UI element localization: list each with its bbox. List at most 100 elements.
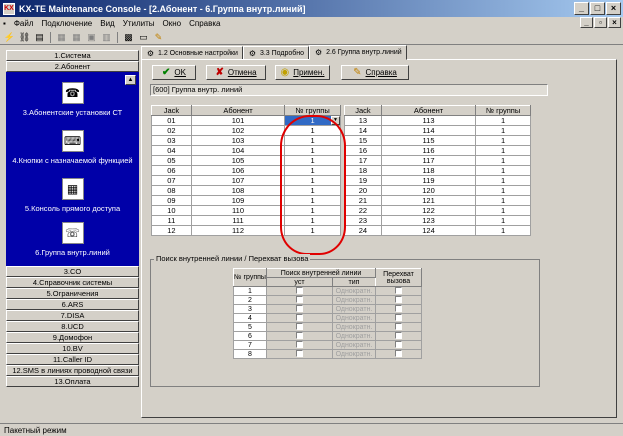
sidebar-item-billing[interactable]: 13.Оплата (6, 376, 139, 387)
menu-view[interactable]: Вид (100, 19, 114, 28)
dss-console-icon[interactable]: ▦ (61, 178, 84, 200)
group-cell[interactable]: 1 (284, 205, 341, 216)
search-type-cell[interactable]: Однократн. (332, 313, 376, 323)
group-cell[interactable]: 1 (475, 165, 531, 176)
sidebar-sub-item-group[interactable]: 6.Группа внутр.линий (6, 248, 139, 257)
scroll-up-icon[interactable]: ▲ (125, 75, 136, 85)
help-button[interactable]: ✎ Справка (341, 65, 409, 80)
cancel-button[interactable]: ✘ Отмена (206, 65, 266, 80)
search-set-checkbox[interactable] (296, 296, 303, 304)
search-set-checkbox[interactable] (296, 341, 303, 349)
group-cell[interactable]: 1 (475, 195, 531, 206)
open-icon[interactable]: ▤ (33, 31, 46, 43)
group-cell[interactable]: 1 (475, 115, 531, 126)
ok-button[interactable]: ✔ OK (152, 65, 196, 80)
menu-window[interactable]: Окно (163, 19, 182, 28)
pickup-checkbox[interactable] (395, 350, 402, 358)
search-type-cell[interactable]: Однократн. (332, 286, 376, 296)
sidebar-item-system[interactable]: 1.Система (6, 50, 139, 61)
monitor-icon[interactable]: ▭ (137, 31, 150, 43)
group-cell[interactable]: 1 (284, 125, 341, 136)
group-cell[interactable]: 1 (284, 185, 341, 196)
sidebar-item-ucd[interactable]: 8.UCD (6, 321, 139, 332)
maximize-button[interactable]: □ (590, 2, 605, 15)
minimize-button[interactable]: _ (574, 2, 589, 15)
sidebar-item-extension[interactable]: 2.Абонент (6, 61, 139, 72)
mdi-minimize-button[interactable]: _ (580, 17, 593, 28)
dropdown-arrow-icon[interactable]: ▼ (331, 116, 340, 125)
pickup-checkbox[interactable] (395, 296, 402, 304)
download-icon[interactable]: ▦ (55, 31, 68, 43)
sidebar-sub-item-dss[interactable]: 5.Консоль прямого доступа (6, 204, 139, 213)
group-cell[interactable]: 1 (284, 215, 341, 226)
tab-basic-settings[interactable]: ⚙ 1.2 Основные настройки (141, 46, 243, 60)
search-type-cell[interactable]: Однократн. (332, 322, 376, 332)
tab-extension-group[interactable]: ⚙ 2.6 Группа внутр.линий (309, 45, 407, 60)
wizard-icon[interactable]: ✎ (152, 31, 165, 43)
sidebar-item-bv[interactable]: 10.BV (6, 343, 139, 354)
search-type-cell[interactable]: Однократн. (332, 349, 376, 359)
sidebar-item-sms[interactable]: 12.SMS в линиях проводной связи (6, 365, 139, 376)
menu-utilities[interactable]: Утилиты (123, 19, 155, 28)
connect-icon[interactable]: ⚡ (3, 31, 16, 43)
pickup-checkbox[interactable] (395, 323, 402, 331)
group-cell[interactable]: 1 (284, 155, 341, 166)
search-set-checkbox[interactable] (296, 323, 303, 331)
pickup-checkbox[interactable] (395, 341, 402, 349)
group-cell[interactable]: 1 (475, 225, 531, 236)
print-icon[interactable]: ▥ (100, 31, 113, 43)
phone-settings-icon[interactable]: ☎ (61, 82, 84, 104)
sidebar-item-directory[interactable]: 4.Справочник системы (6, 277, 139, 288)
tab-details[interactable]: ⚙ 3.3 Подробно (242, 46, 310, 60)
menu-file[interactable]: Файл (14, 19, 34, 28)
group-cell[interactable]: 1 (475, 135, 531, 146)
search-type-cell[interactable]: Однократн. (332, 340, 376, 350)
group-cell[interactable]: 1 (475, 175, 531, 186)
save-icon[interactable]: ▣ (85, 31, 98, 43)
upload-icon[interactable]: ▦ (70, 31, 83, 43)
search-type-cell[interactable]: Однократн. (332, 295, 376, 305)
mdi-restore-button[interactable]: ▫ (594, 17, 607, 28)
group-cell[interactable]: 1 (284, 135, 341, 146)
group-cell[interactable]: 1 (284, 225, 341, 236)
mdi-close-button[interactable]: × (608, 17, 621, 28)
sidebar-sub-item-keys[interactable]: 4.Кнопки с назначаемой функцией (6, 156, 139, 165)
sidebar-item-disa[interactable]: 7.DISA (6, 310, 139, 321)
sidebar-item-ars[interactable]: 6.ARS (6, 299, 139, 310)
pickup-checkbox[interactable] (395, 332, 402, 340)
group-cell[interactable]: 1 (475, 155, 531, 166)
pickup-checkbox[interactable] (395, 287, 402, 295)
sidebar-sub-item-settings[interactable]: 3.Абонентские установки СТ (6, 108, 139, 117)
extension-group-icon[interactable]: ☏ (61, 222, 84, 244)
disconnect-icon[interactable]: ⛓ (18, 31, 31, 43)
sidebar-item-doorphone[interactable]: 9.Домофон (6, 332, 139, 343)
sidebar-item-restrictions[interactable]: 5.Ограничения (6, 288, 139, 299)
group-cell[interactable]: 1 (475, 215, 531, 226)
group-cell[interactable]: 1 (284, 165, 341, 176)
group-cell[interactable]: 1 (284, 145, 341, 156)
group-cell[interactable]: 1 (284, 195, 341, 206)
search-type-cell[interactable]: Однократн. (332, 331, 376, 341)
search-set-checkbox[interactable] (296, 332, 303, 340)
search-set-checkbox[interactable] (296, 350, 303, 358)
pickup-checkbox[interactable] (395, 314, 402, 322)
search-set-checkbox[interactable] (296, 287, 303, 295)
group-cell[interactable]: 1 (475, 185, 531, 196)
sidebar-item-callerid[interactable]: 11.Caller ID (6, 354, 139, 365)
program-icon[interactable]: ▩ (122, 31, 135, 43)
menu-help[interactable]: Справка (189, 19, 220, 28)
close-button[interactable]: × (606, 2, 621, 15)
sidebar-item-co[interactable]: 3.CO (6, 266, 139, 277)
group-cell[interactable]: 1 (475, 205, 531, 216)
search-type-cell[interactable]: Однократн. (332, 304, 376, 314)
group-cell[interactable]: 1 (475, 145, 531, 156)
menu-connect[interactable]: Подключение (42, 19, 93, 28)
pickup-checkbox[interactable] (395, 305, 402, 313)
function-keys-icon[interactable]: ⌨ (61, 130, 84, 152)
group-cell[interactable]: 1 ▼ (284, 115, 341, 126)
search-set-checkbox[interactable] (296, 305, 303, 313)
group-cell[interactable]: 1 (475, 125, 531, 136)
search-set-checkbox[interactable] (296, 314, 303, 322)
apply-button[interactable]: ◉ Примен. (275, 65, 330, 80)
group-cell[interactable]: 1 (284, 175, 341, 186)
